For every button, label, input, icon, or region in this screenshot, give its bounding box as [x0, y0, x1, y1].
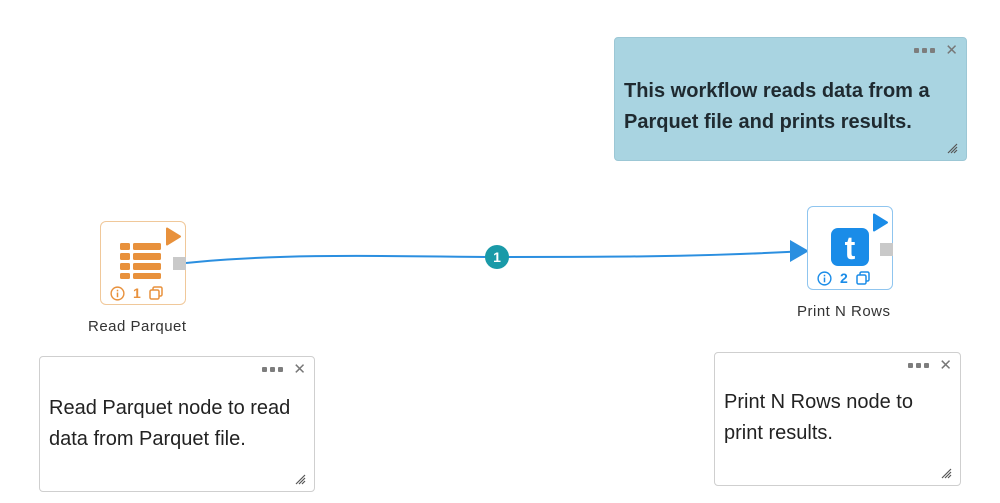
resize-grip-icon[interactable] — [941, 468, 952, 479]
table-icon — [120, 243, 161, 279]
run-icon[interactable] — [165, 227, 182, 246]
resize-grip-icon[interactable] — [295, 474, 306, 485]
run-icon[interactable] — [872, 213, 889, 232]
workflow-canvas[interactable]: 1 ✕ This workflow reads data from a Parq… — [0, 0, 1000, 503]
node-label[interactable]: Read Parquet — [88, 318, 187, 335]
note-text-line: Read Parquet node to read — [49, 397, 291, 419]
note-toolbar: ✕ — [262, 361, 306, 377]
note-read-parquet[interactable]: ✕ Read Parquet node to read data from Pa… — [39, 356, 315, 492]
t-letter-icon: t — [831, 228, 869, 266]
output-port[interactable] — [173, 257, 186, 270]
info-icon[interactable] — [110, 285, 125, 301]
node-label[interactable]: Print N Rows — [797, 303, 891, 320]
copy-icon[interactable] — [149, 286, 163, 300]
note-text[interactable]: Print N Rows node to print results. — [724, 387, 952, 449]
note-toolbar: ✕ — [908, 357, 952, 373]
note-text-line: This workflow reads data from a — [624, 80, 930, 102]
close-icon[interactable]: ✕ — [945, 42, 958, 58]
more-options-icon[interactable] — [262, 366, 284, 372]
note-print-rows[interactable]: ✕ Print N Rows node to print results. — [714, 352, 961, 486]
output-port[interactable] — [880, 243, 893, 256]
connection-badge-text: 1 — [493, 249, 501, 265]
svg-text:t: t — [845, 230, 856, 266]
note-text[interactable]: Read Parquet node to read data from Parq… — [49, 393, 306, 455]
resize-grip-icon[interactable] — [947, 143, 958, 154]
note-text-line: Print N Rows node to — [724, 391, 913, 413]
copy-icon[interactable] — [856, 271, 870, 285]
more-options-icon[interactable] — [914, 47, 936, 53]
note-workflow-description[interactable]: ✕ This workflow reads data from a Parque… — [614, 37, 967, 161]
node-number: 2 — [840, 270, 848, 286]
node-status-row: 2 — [817, 270, 870, 286]
note-text-line: Parquet file and prints results. — [624, 111, 912, 133]
note-text-line: print results. — [724, 422, 833, 444]
close-icon[interactable]: ✕ — [939, 357, 952, 373]
node-number: 1 — [133, 285, 141, 301]
node-status-row: 1 — [110, 285, 163, 301]
info-icon[interactable] — [817, 270, 832, 286]
note-text[interactable]: This workflow reads data from a Parquet … — [624, 76, 958, 138]
more-options-icon[interactable] — [908, 362, 930, 368]
note-toolbar: ✕ — [914, 42, 958, 58]
note-text-line: data from Parquet file. — [49, 428, 246, 450]
close-icon[interactable]: ✕ — [293, 361, 306, 377]
